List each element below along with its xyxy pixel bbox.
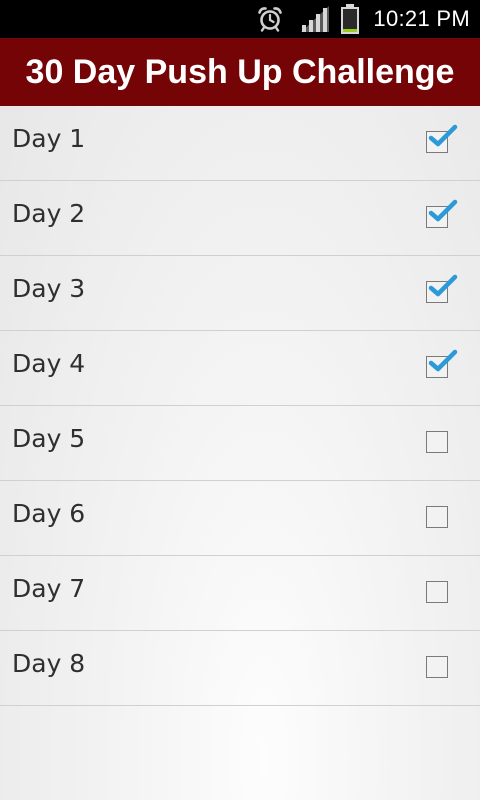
day-checkbox[interactable] bbox=[426, 274, 458, 303]
day-label: Day 8 bbox=[12, 649, 86, 678]
day-row[interactable]: Day 8 bbox=[0, 631, 480, 706]
day-row[interactable]: Day 2 bbox=[0, 181, 480, 256]
day-checkbox[interactable] bbox=[426, 349, 458, 378]
day-label: Day 3 bbox=[12, 274, 86, 303]
day-row[interactable]: Day 4 bbox=[0, 331, 480, 406]
clock: 10:21 PM bbox=[373, 6, 470, 31]
day-label: Day 4 bbox=[12, 349, 86, 378]
day-list: Day 1 Day 2 Day 3 Day 4 Day 5 Day 6 Day 7 Day 8 bbox=[0, 106, 480, 706]
day-label: Day 7 bbox=[12, 574, 86, 603]
alarm-clock-icon bbox=[258, 7, 283, 32]
title-bar: 30 Day Push Up Challenge bbox=[0, 38, 480, 106]
day-row[interactable]: Day 5 bbox=[0, 406, 480, 481]
status-bar: 10:21 PM bbox=[0, 0, 480, 38]
day-checkbox[interactable] bbox=[426, 431, 448, 453]
day-row[interactable]: Day 1 bbox=[0, 106, 480, 181]
status-icons: 10:21 PM bbox=[257, 0, 480, 38]
day-checkbox[interactable] bbox=[426, 656, 448, 678]
day-checkbox[interactable] bbox=[426, 199, 458, 228]
page-title: 30 Day Push Up Challenge bbox=[25, 52, 455, 91]
day-label: Day 2 bbox=[12, 199, 86, 228]
day-label: Day 1 bbox=[12, 124, 86, 153]
day-row[interactable]: Day 7 bbox=[0, 556, 480, 631]
day-row[interactable]: Day 3 bbox=[0, 256, 480, 331]
battery-icon bbox=[341, 4, 360, 34]
day-checkbox[interactable] bbox=[426, 124, 458, 153]
check-mark-icon bbox=[428, 349, 458, 372]
day-checkbox[interactable] bbox=[426, 506, 448, 528]
check-mark-icon bbox=[428, 199, 458, 222]
check-mark-icon bbox=[428, 124, 458, 147]
day-label: Day 5 bbox=[12, 424, 86, 453]
signal-strength-icon bbox=[301, 6, 330, 32]
check-mark-icon bbox=[428, 274, 458, 297]
day-row[interactable]: Day 6 bbox=[0, 481, 480, 556]
day-checkbox[interactable] bbox=[426, 581, 448, 603]
day-label: Day 6 bbox=[12, 499, 86, 528]
